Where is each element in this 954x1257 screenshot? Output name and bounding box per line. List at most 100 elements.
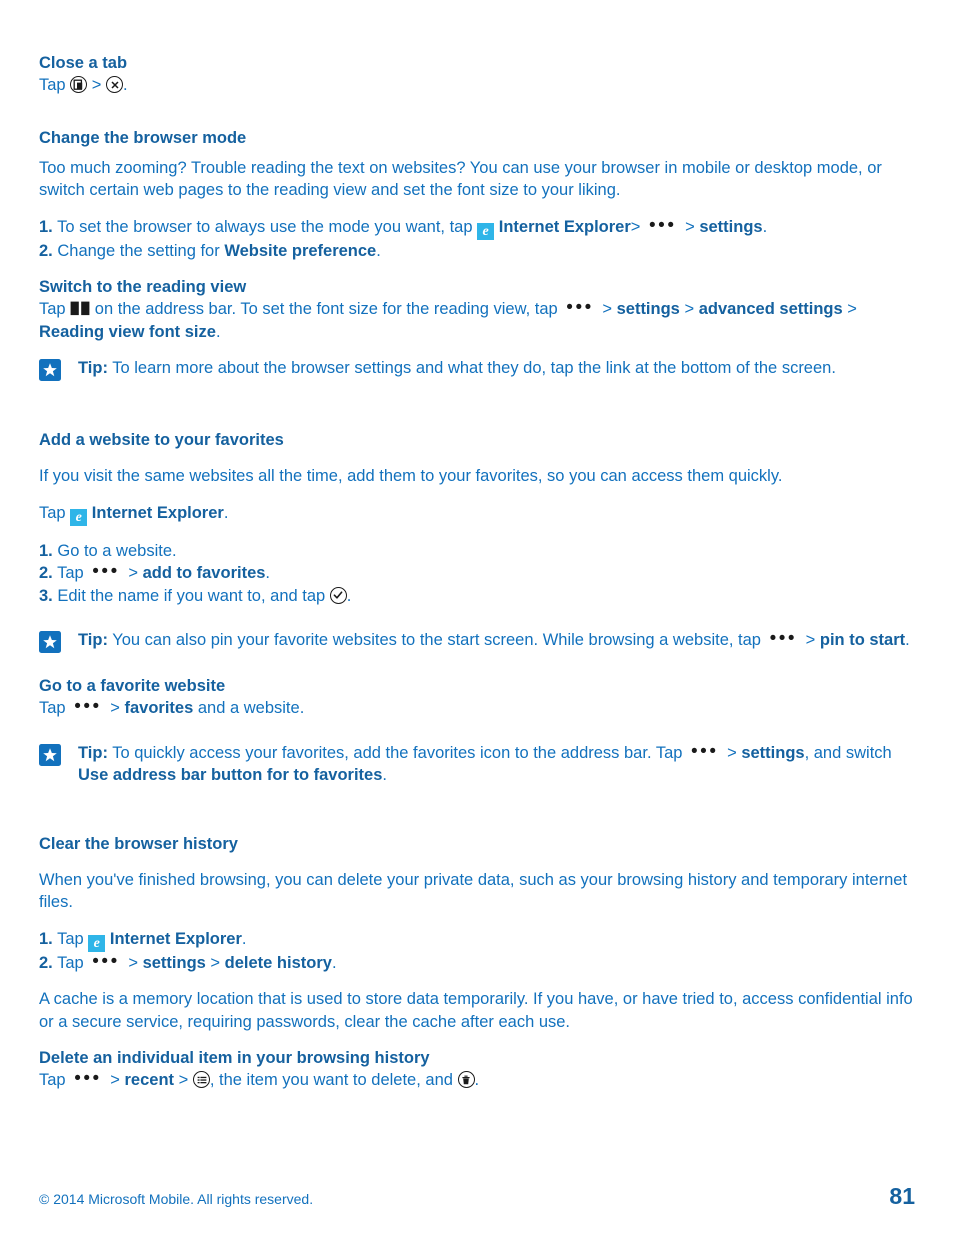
step-number: 1. (39, 217, 53, 236)
menu-target-delete-history: delete history (224, 953, 332, 972)
delete-item-instruction: Tap ••• > recent > , the item you want t… (39, 1068, 480, 1089)
tip-text: Tip: You can also pin your favorite webs… (78, 628, 910, 649)
period: . (223, 503, 229, 522)
separator-gt: > (684, 300, 695, 318)
tip-pin-to-start: Tip: You can also pin your favorite webs… (39, 629, 915, 653)
step-text: Edit the name if you want to, and tap (57, 586, 326, 605)
step-number: 2. (39, 241, 53, 260)
tip-content: You can also pin your favorite websites … (112, 631, 761, 649)
internet-explorer-icon: e (88, 934, 106, 952)
step-number: 2. (39, 564, 53, 582)
app-name: Internet Explorer (109, 929, 242, 948)
separator-gt: > (128, 564, 138, 582)
separator-gt: > (602, 300, 612, 318)
separator-gt: > (110, 699, 120, 717)
menu-target-add-to-favorites: add to favorites (142, 564, 266, 582)
delete-item-text-mid: , the item you want to delete, and (209, 1071, 453, 1089)
period: . (265, 564, 271, 582)
menu-target-settings: settings (616, 300, 680, 318)
menu-target-settings: settings (142, 953, 206, 972)
close-circle-icon (106, 76, 124, 93)
tap-label: Tap (39, 76, 66, 94)
tap-label: Tap (57, 564, 84, 582)
separator-gt: > (727, 743, 737, 762)
add-favorite-step-1: 1. Go to a website. (39, 540, 915, 563)
browser-mode-step-1: 1. To set the browser to always use the … (39, 214, 768, 240)
menu-target: Website preference (224, 241, 377, 260)
separator-gt: > (685, 217, 695, 236)
cache-note: A cache is a memory location that is use… (39, 990, 913, 1031)
tabs-icon (70, 76, 88, 93)
recent-list-icon (192, 1071, 210, 1088)
tip-favorites-address-bar: Tip: To quickly access your favorites, a… (39, 742, 915, 787)
menu-target-recent: recent (124, 1071, 175, 1089)
tip-label: Tip: (78, 631, 108, 649)
separator-gt: > (210, 953, 221, 972)
heading-add-website-favorites: Add a website to your favorites (39, 431, 284, 449)
add-favorite-step-2: 2. Tap ••• > add to favorites. (39, 561, 271, 582)
period: . (905, 631, 910, 649)
step-number: 2. (39, 953, 53, 972)
browser-mode-step-2: 2. Change the setting for Website prefer… (39, 240, 915, 263)
period: . (376, 241, 381, 260)
clear-history-intro: When you've finished browsing, you can d… (39, 870, 908, 912)
copyright-notice: © 2014 Microsoft Mobile. All rights rese… (39, 1191, 314, 1207)
document-page: Close a tab Tap > . Change the browser m… (39, 52, 915, 1092)
tip-content: To learn more about the browser settings… (112, 359, 836, 377)
step-text: Go to a website. (57, 541, 177, 560)
internet-explorer-icon: e (477, 222, 495, 240)
add-favorite-step-3: 3. Edit the name if you want to, and tap… (39, 585, 915, 608)
period: . (215, 322, 221, 341)
period: . (474, 1071, 480, 1089)
separator-gt: > (110, 1071, 120, 1089)
page-number: 81 (889, 1183, 915, 1209)
separator-gt: > (630, 217, 641, 236)
go-favorite-instruction: Tap ••• > favorites and a website. (39, 696, 305, 717)
menu-target-font-size: Reading view font size (39, 322, 216, 341)
heading-switch-reading-view: Switch to the reading view (39, 278, 247, 296)
separator-gt: > (178, 1071, 189, 1089)
tip-content: To quickly access your favorites, add th… (112, 743, 683, 762)
step-number: 1. (39, 541, 53, 560)
menu-target-favorites: favorites (124, 699, 194, 717)
tip-text: Tip: To quickly access your favorites, a… (78, 740, 892, 785)
reading-view-instruction: Tap on the address bar. To set the font … (39, 297, 857, 341)
add-favorite-tap-line: Tap e Internet Explorer. (39, 502, 915, 526)
tap-label: Tap (57, 929, 84, 948)
heading-go-favorite-website: Go to a favorite website (39, 677, 226, 695)
setting-toggle-label: Use address bar button for to favorites (78, 766, 383, 784)
tip-label: Tip: (78, 359, 108, 377)
heading-change-browser-mode: Change the browser mode (39, 128, 247, 147)
check-circle-icon (329, 586, 347, 604)
separator-gt: > (847, 300, 857, 318)
separator-gt: > (805, 631, 816, 649)
period: . (123, 76, 128, 94)
app-name: Internet Explorer (498, 217, 631, 236)
add-favorite-intro: If you visit the same websites all the t… (39, 467, 783, 485)
period: . (331, 953, 337, 972)
menu-target-advanced-settings: advanced settings (698, 300, 843, 318)
tap-label: Tap (57, 953, 84, 972)
period: . (762, 217, 768, 236)
step-text: Change the setting for (57, 241, 220, 260)
step-number: 1. (39, 929, 53, 948)
close-tab-instruction: Tap > . (39, 74, 915, 97)
reading-view-text: on the address bar. To set the font size… (94, 300, 558, 318)
menu-target-pin-to-start: pin to start (819, 631, 906, 649)
delete-trash-icon (457, 1071, 475, 1088)
tip-star-icon (39, 743, 61, 766)
step-text: To set the browser to always use the mod… (57, 217, 473, 236)
internet-explorer-icon: e (70, 508, 88, 526)
go-favorite-text-after: and a website. (197, 699, 305, 717)
menu-target-settings: settings (741, 743, 805, 762)
heading-close-a-tab: Close a tab (39, 54, 128, 72)
clear-history-step-1: 1. Tap e Internet Explorer. (39, 928, 915, 952)
app-name: Internet Explorer (91, 503, 224, 522)
step-number: 3. (39, 586, 53, 605)
tip-label: Tip: (78, 743, 108, 762)
browser-mode-intro: Too much zooming? Trouble reading the te… (39, 158, 882, 200)
clear-history-step-2: 2. Tap ••• > settings > delete history. (39, 950, 337, 972)
tip-content-mid: , and switch (804, 743, 892, 762)
tip-star-icon (39, 631, 61, 653)
heading-delete-individual-item: Delete an individual item in your browsi… (39, 1049, 430, 1067)
